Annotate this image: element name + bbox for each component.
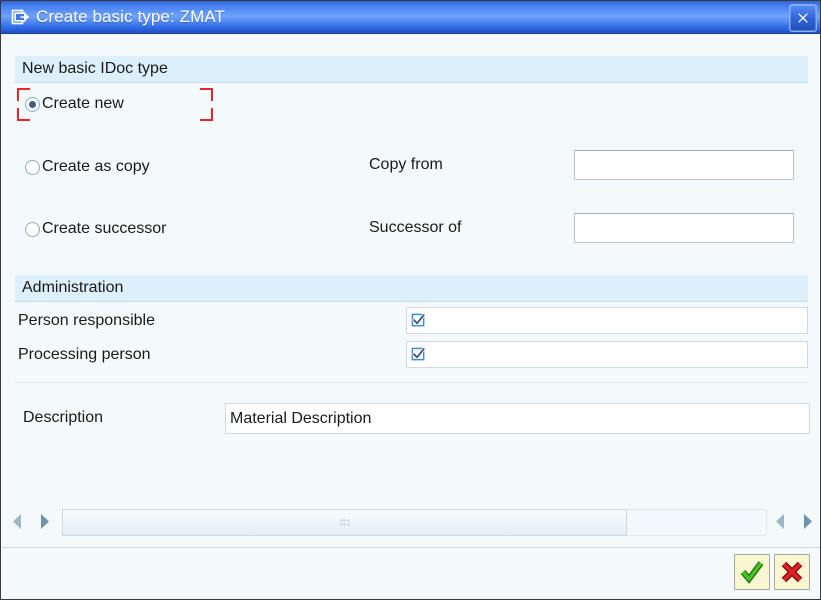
scroll-right-arrow[interactable] (772, 512, 789, 531)
label-successor-of: Successor of (369, 219, 462, 236)
radio-create-successor[interactable]: Create successor (25, 217, 167, 241)
cancel-button[interactable] (774, 554, 810, 590)
copy-from-input[interactable] (574, 150, 794, 180)
successor-of-input[interactable] (574, 213, 794, 243)
radio-create-new[interactable]: Create new (25, 92, 124, 116)
section-title: New basic IDoc type (22, 60, 168, 77)
label-person-responsible: Person responsible (18, 312, 155, 329)
radio-create-as-copy[interactable]: Create as copy (25, 155, 150, 179)
create-document-icon (11, 9, 30, 25)
arrow-left-icon (776, 514, 784, 529)
window-title: Create basic type: ZMAT (36, 7, 226, 26)
section-header-administration: Administration (15, 275, 808, 302)
dialog-window: Create basic type: ZMAT New basic IDoc t… (0, 0, 821, 600)
divider (15, 382, 808, 383)
description-input[interactable] (225, 403, 810, 434)
radio-indicator (25, 159, 40, 175)
radio-label: Create new (42, 95, 124, 112)
radio-indicator (25, 96, 40, 112)
scroll-right-arrow-far[interactable] (799, 512, 816, 531)
close-icon (798, 13, 808, 23)
arrow-left-icon (13, 514, 21, 529)
radio-label: Create successor (42, 220, 167, 237)
arrow-right-icon (41, 514, 49, 529)
scrollbar-thumb[interactable] (62, 509, 627, 536)
grip-dots-icon (340, 519, 349, 526)
arrow-right-icon (804, 514, 812, 529)
section-title: Administration (22, 279, 124, 296)
radio-indicator (25, 221, 40, 237)
label-description: Description (23, 409, 104, 426)
radio-label: Create as copy (42, 158, 150, 175)
checkbox-checked-icon (411, 347, 426, 361)
bottom-toolbar (2, 547, 820, 599)
section-header-new-basic-idoc-type: New basic IDoc type (15, 56, 808, 83)
processing-person-input[interactable] (406, 341, 808, 368)
label-copy-from: Copy from (369, 156, 443, 173)
close-button[interactable] (789, 4, 817, 32)
title-bar: Create basic type: ZMAT (1, 1, 820, 34)
red-cross-icon (781, 561, 803, 583)
confirm-button[interactable] (734, 554, 770, 590)
scroll-left-arrow-far[interactable] (9, 512, 26, 531)
label-processing-person: Processing person (18, 346, 151, 363)
green-check-icon (740, 561, 764, 584)
checkbox-checked-icon (411, 313, 426, 327)
scroll-left-arrow[interactable] (36, 512, 53, 531)
person-responsible-input[interactable] (406, 307, 808, 334)
